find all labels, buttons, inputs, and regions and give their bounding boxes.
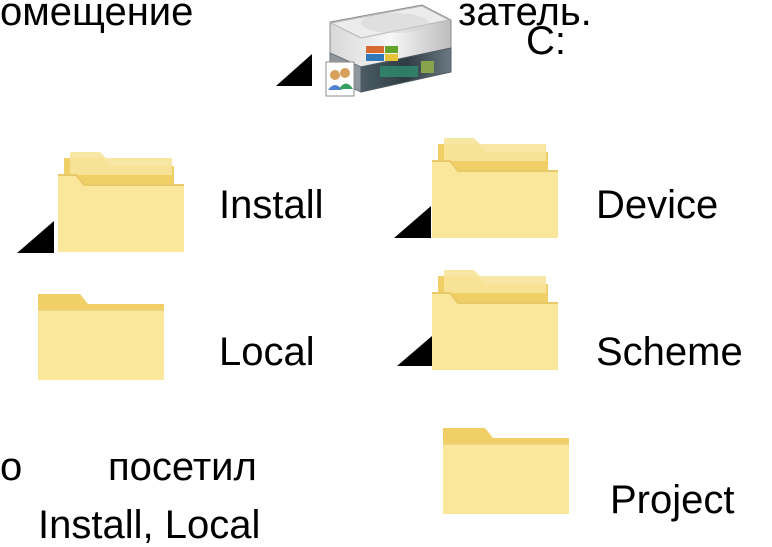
folder-label-project: Project xyxy=(610,478,735,522)
bottom-text-right: посетил xyxy=(108,445,257,489)
folder-label-device: Device xyxy=(596,183,719,227)
expander-install-icon[interactable] xyxy=(17,221,54,253)
folder-label-local: Local xyxy=(219,330,315,374)
hard-drive-icon[interactable] xyxy=(318,0,454,112)
heading-fragment-right: затель. xyxy=(458,0,592,34)
folder-project-icon[interactable] xyxy=(441,426,571,516)
drive-label: C: xyxy=(526,19,566,63)
folder-install-icon[interactable] xyxy=(56,144,186,256)
folder-label-scheme: Scheme xyxy=(596,330,743,374)
folder-scheme-icon[interactable] xyxy=(430,262,560,374)
folder-local-icon[interactable] xyxy=(36,292,166,382)
folder-label-install: Install xyxy=(219,183,324,227)
drive-expander-icon[interactable] xyxy=(276,54,312,86)
heading-fragment-left: омещение xyxy=(0,0,194,34)
heading-cover xyxy=(258,0,322,12)
folder-device-icon[interactable] xyxy=(430,130,560,242)
bottom-text-left: о xyxy=(0,445,23,489)
expander-scheme-icon[interactable] xyxy=(397,336,432,366)
expander-device-icon[interactable] xyxy=(394,206,431,238)
bottom-text-line2: Install, Local xyxy=(38,503,261,547)
